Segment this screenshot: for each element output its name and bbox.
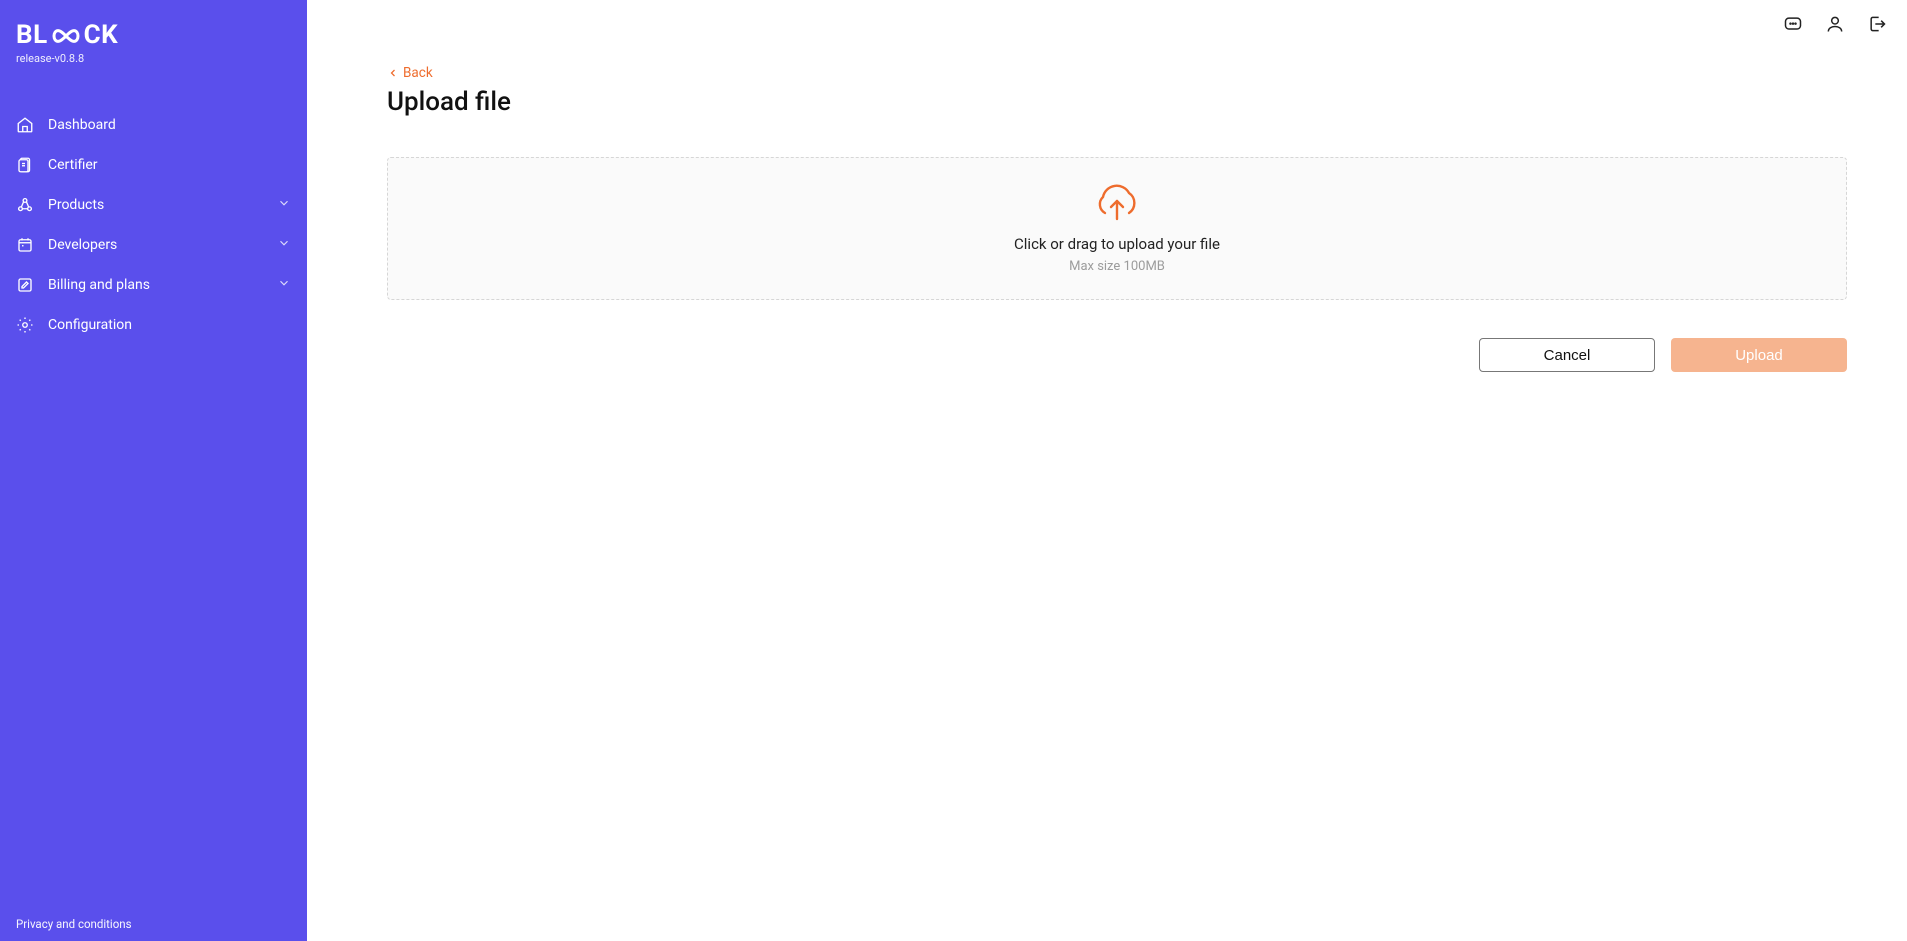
logout-icon[interactable] bbox=[1867, 14, 1887, 34]
home-icon bbox=[16, 116, 34, 134]
main: Back Upload file Click or drag to upload… bbox=[307, 0, 1907, 941]
document-icon bbox=[16, 156, 34, 174]
back-label: Back bbox=[403, 65, 433, 81]
sidebar-item-configuration[interactable]: Configuration bbox=[0, 305, 307, 345]
upload-subtext: Max size 100MB bbox=[1069, 259, 1165, 274]
sidebar-item-billing[interactable]: Billing and plans bbox=[0, 265, 307, 305]
sidebar-item-dashboard[interactable]: Dashboard bbox=[0, 105, 307, 145]
sidebar-item-label: Products bbox=[48, 197, 263, 213]
logo-text-left: BL bbox=[16, 20, 48, 50]
network-icon bbox=[16, 196, 34, 214]
upload-zone[interactable]: Click or drag to upload your file Max si… bbox=[387, 157, 1847, 300]
upload-button[interactable]: Upload bbox=[1671, 338, 1847, 372]
sidebar-item-label: Configuration bbox=[48, 317, 291, 333]
user-icon[interactable] bbox=[1825, 14, 1845, 34]
back-link[interactable]: Back bbox=[387, 65, 433, 81]
upload-text: Click or drag to upload your file bbox=[1014, 235, 1220, 253]
sidebar-item-label: Billing and plans bbox=[48, 277, 263, 293]
privacy-link[interactable]: Privacy and conditions bbox=[16, 917, 132, 931]
gear-icon bbox=[16, 316, 34, 334]
page-title: Upload file bbox=[387, 87, 1847, 117]
sidebar-item-label: Dashboard bbox=[48, 117, 291, 133]
sidebar-item-products[interactable]: Products bbox=[0, 185, 307, 225]
content: Back Upload file Click or drag to upload… bbox=[307, 48, 1907, 372]
edit-icon bbox=[16, 276, 34, 294]
release-label: release-v0.8.8 bbox=[0, 50, 307, 65]
sidebar-item-label: Developers bbox=[48, 237, 263, 253]
chat-icon[interactable] bbox=[1783, 14, 1803, 34]
chevron-down-icon bbox=[277, 196, 291, 214]
chevron-down-icon bbox=[277, 236, 291, 254]
sidebar-nav: Dashboard Certifier bbox=[0, 105, 307, 345]
logo-text-right: CK bbox=[84, 20, 119, 50]
sidebar-item-developers[interactable]: Developers bbox=[0, 225, 307, 265]
sidebar: BL CK release-v0.8.8 Dashboard bbox=[0, 0, 307, 941]
logo[interactable]: BL CK bbox=[0, 16, 307, 50]
chevron-down-icon bbox=[277, 276, 291, 294]
sidebar-item-label: Certifier bbox=[48, 157, 291, 173]
calendar-icon bbox=[16, 236, 34, 254]
sidebar-item-certifier[interactable]: Certifier bbox=[0, 145, 307, 185]
infinity-icon bbox=[50, 26, 82, 46]
actions: Cancel Upload bbox=[387, 338, 1847, 372]
cloud-upload-icon bbox=[1091, 183, 1143, 229]
topbar bbox=[307, 0, 1907, 48]
cancel-button[interactable]: Cancel bbox=[1479, 338, 1655, 372]
